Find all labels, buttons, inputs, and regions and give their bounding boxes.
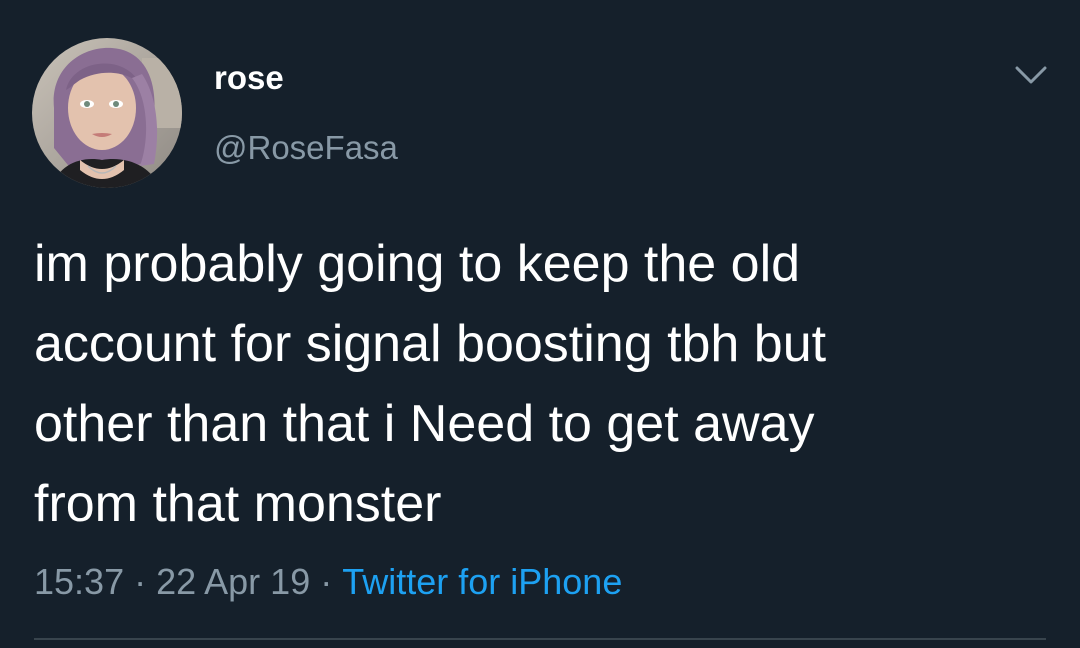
chevron-down-icon	[1015, 66, 1047, 84]
tweet-time: 15:37	[34, 561, 125, 602]
avatar[interactable]	[32, 38, 182, 188]
tweet-source-link[interactable]: Twitter for iPhone	[342, 561, 622, 602]
tweet-menu-button[interactable]	[1014, 62, 1048, 88]
divider	[34, 638, 1046, 640]
tweet-date: 22 Apr 19	[156, 561, 311, 602]
author-display-name[interactable]: rose	[214, 58, 284, 98]
tweet-meta: 15:37 · 22 Apr 19 · Twitter for iPhone	[34, 558, 622, 606]
meta-separator: ·	[320, 561, 333, 602]
author-handle: @RoseFasa	[214, 129, 398, 166]
tweet-card: rose @RoseFasa im probably going to keep…	[0, 0, 1080, 648]
meta-separator: ·	[134, 561, 147, 602]
tweet-text: im probably going to keep the old accoun…	[34, 235, 827, 533]
profile-photo-icon	[32, 38, 182, 188]
